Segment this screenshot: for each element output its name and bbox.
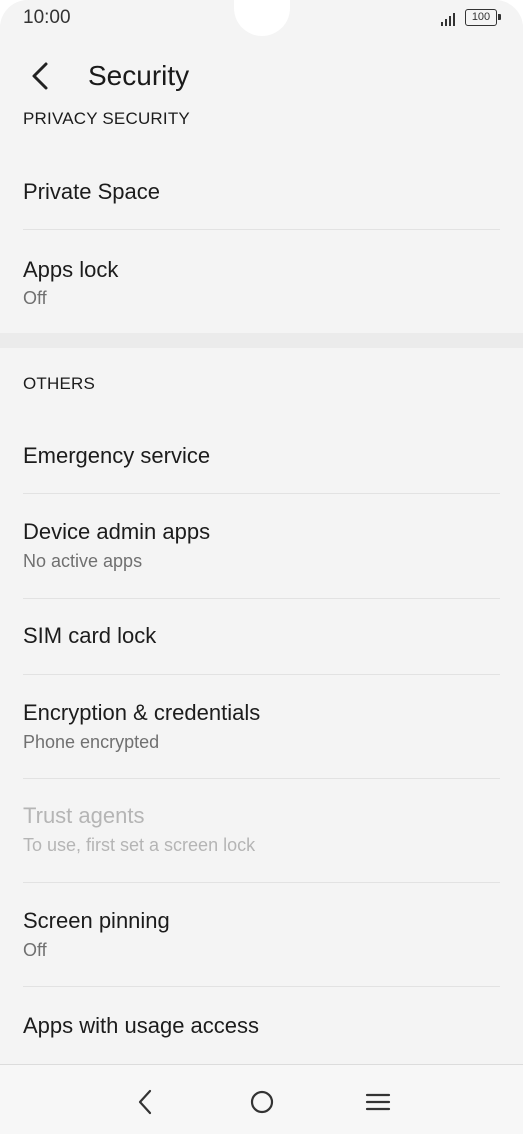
section-header-others: OTHERS [23, 374, 96, 393]
phone-screen: 10:00 100 Security PRIVACY SECURITY Priv… [0, 0, 523, 1134]
list-item-title: Emergency service [23, 443, 211, 468]
list-item-sim-card-lock[interactable]: SIM card lock [0, 599, 523, 674]
list-item-apps-usage-access[interactable]: Apps with usage access [0, 987, 523, 1064]
settings-list[interactable]: PRIVACY SECURITY Private Space Apps lock… [0, 112, 523, 1064]
battery-icon: 100 [465, 9, 501, 26]
list-item-title: Device admin apps [23, 519, 211, 544]
navigation-bar [0, 1064, 523, 1134]
list-item-title: Encryption & credentials [23, 700, 261, 725]
list-item-subtitle: Off [23, 940, 47, 960]
menu-nav-icon[interactable] [363, 1087, 393, 1117]
list-item-subtitle: No active apps [23, 551, 143, 571]
chevron-left-icon[interactable] [27, 58, 55, 94]
list-item-apps-lock[interactable]: Apps lock Off [0, 230, 523, 332]
page-title: Security [88, 60, 190, 91]
home-nav-icon[interactable] [247, 1087, 277, 1117]
list-item-subtitle: Phone encrypted [23, 732, 160, 752]
list-item-private-space[interactable]: Private Space [0, 150, 523, 230]
section-header-privacy: PRIVACY SECURITY [23, 112, 190, 128]
list-item-title: Private Space [23, 179, 160, 204]
camera-notch [234, 0, 290, 36]
list-item-emergency-service[interactable]: Emergency service [0, 414, 523, 494]
list-item-title: Screen pinning [23, 908, 170, 933]
status-bar: 10:00 100 [0, 0, 523, 40]
list-item-trust-agents: Trust agents To use, first set a screen … [0, 779, 523, 883]
list-item-subtitle: Off [23, 288, 47, 308]
list-item-title: Trust agents [23, 803, 145, 828]
app-bar: Security [0, 40, 523, 112]
status-time: 10:00 [23, 7, 71, 28]
list-item-title: Apps lock [23, 257, 119, 282]
section-divider [0, 333, 523, 348]
list-item-device-admin-apps[interactable]: Device admin apps No active apps [0, 494, 523, 598]
list-item-title: SIM card lock [23, 623, 157, 648]
list-item-subtitle: To use, first set a screen lock [23, 835, 256, 855]
back-nav-icon[interactable] [131, 1087, 161, 1117]
signal-icon [441, 13, 455, 26]
list-item-screen-pinning[interactable]: Screen pinning Off [0, 883, 523, 987]
list-item-title: Apps with usage access [23, 1013, 260, 1038]
list-item-encryption-credentials[interactable]: Encryption & credentials Phone encrypted [0, 675, 523, 779]
